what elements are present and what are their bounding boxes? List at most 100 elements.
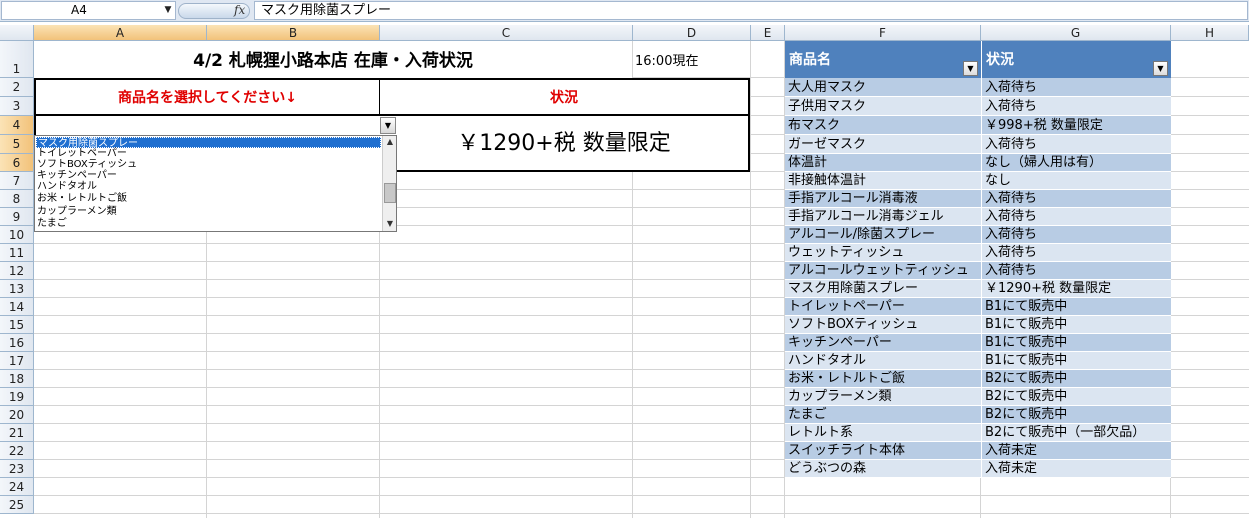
scrollbar-thumb[interactable]	[384, 183, 396, 203]
dropdown-option[interactable]: たまご	[36, 218, 382, 229]
column-header-c[interactable]: C	[380, 25, 633, 41]
dropdown-option[interactable]: キッチンペーパー	[36, 170, 382, 181]
table-cell-status[interactable]: B1にて販売中	[981, 352, 1171, 370]
table-cell-product[interactable]: 大人用マスク	[785, 78, 981, 97]
row-header[interactable]: 16	[0, 334, 34, 352]
row-header[interactable]: 18	[0, 370, 34, 388]
table-cell-product[interactable]: 非接触体温計	[785, 172, 981, 190]
row-header[interactable]: 20	[0, 406, 34, 424]
column-header-b[interactable]: B	[207, 25, 380, 41]
row-header[interactable]: 4	[0, 116, 34, 135]
table-cell-product[interactable]: マスク用除菌スプレー	[785, 280, 981, 298]
row-header[interactable]: 9	[0, 208, 34, 226]
column-header-d[interactable]: D	[633, 25, 751, 41]
table-cell-product[interactable]: スイッチライト本体	[785, 442, 981, 460]
row-header[interactable]: 8	[0, 190, 34, 208]
dropdown-list[interactable]: マスク用除菌スプレー トイレットペーパー ソフトBOXティッシュ キッチンペーパ…	[34, 135, 397, 232]
row-header[interactable]: 2	[0, 78, 34, 97]
table-cell-status[interactable]: 入荷待ち	[981, 190, 1171, 208]
table-cell-status[interactable]: 入荷待ち	[981, 262, 1171, 280]
row-header[interactable]: 12	[0, 262, 34, 280]
table-cell-status[interactable]: 入荷待ち	[981, 97, 1171, 116]
table-cell-status[interactable]: 入荷待ち	[981, 244, 1171, 262]
formula-input[interactable]: マスク用除菌スプレー	[254, 1, 1248, 20]
row-header[interactable]: 22	[0, 442, 34, 460]
row-header[interactable]: 14	[0, 298, 34, 316]
row-header[interactable]: 5	[0, 135, 34, 154]
table-cell-status[interactable]: ￥1290+税 数量限定	[981, 280, 1171, 298]
table-cell-product[interactable]: ガーゼマスク	[785, 135, 981, 154]
table-cell-product[interactable]: 手指アルコール消毒液	[785, 190, 981, 208]
row-header[interactable]: 21	[0, 424, 34, 442]
dropdown-scrollbar[interactable]: ▲ ▼	[382, 136, 396, 231]
table-cell-status[interactable]: 入荷未定	[981, 460, 1171, 478]
row-header[interactable]: 11	[0, 244, 34, 262]
table-cell-product[interactable]: 体温計	[785, 154, 981, 172]
table-cell-product[interactable]: たまご	[785, 406, 981, 424]
row-header[interactable]: 1	[0, 41, 34, 78]
row-header[interactable]: 23	[0, 460, 34, 478]
row-header[interactable]: 17	[0, 352, 34, 370]
row-header[interactable]: 10	[0, 226, 34, 244]
dropdown-option[interactable]: カップラーメン類	[36, 206, 382, 217]
table-cell-product[interactable]: キッチンペーパー	[785, 334, 981, 352]
insert-function-icon[interactable]: fx	[234, 1, 250, 19]
table-cell-product[interactable]: どうぶつの森	[785, 460, 981, 478]
table-cell-product[interactable]: アルコールウェットティッシュ	[785, 262, 981, 280]
table-cell-status[interactable]: なし（婦人用は有）	[981, 154, 1171, 172]
table-cell-status[interactable]: 入荷待ち	[981, 135, 1171, 154]
table-cell-product[interactable]: カップラーメン類	[785, 388, 981, 406]
table-cell-product[interactable]: アルコール/除菌スプレー	[785, 226, 981, 244]
column-header-a[interactable]: A	[34, 25, 207, 41]
table-cell-status[interactable]: 入荷待ち	[981, 226, 1171, 244]
column-header-g[interactable]: G	[981, 25, 1171, 41]
dropdown-option[interactable]: マスク用除菌スプレー	[36, 137, 381, 149]
column-header-h[interactable]: H	[1171, 25, 1249, 41]
table-cell-status[interactable]: なし	[981, 172, 1171, 190]
table-cell-product[interactable]: 布マスク	[785, 116, 981, 135]
table-cell-status[interactable]: B1にて販売中	[981, 316, 1171, 334]
table-cell-product[interactable]: レトルト系	[785, 424, 981, 442]
row-header[interactable]: 15	[0, 316, 34, 334]
filter-button-product[interactable]: ▼	[963, 61, 978, 76]
filter-dropdown-icon: ▼	[967, 64, 974, 73]
table-cell-product[interactable]: お米・レトルトご飯	[785, 370, 981, 388]
row-header[interactable]: 13	[0, 280, 34, 298]
dropdown-option[interactable]: トイレットペーパー	[36, 148, 382, 159]
product-select-cell[interactable]	[34, 116, 380, 135]
row-header[interactable]: 25	[0, 496, 34, 514]
table-cell-status[interactable]: B2にて販売中	[981, 370, 1171, 388]
table-cell-status[interactable]: 入荷待ち	[981, 78, 1171, 97]
column-header-f[interactable]: F	[785, 25, 981, 41]
dropdown-option[interactable]: お米・レトルトご飯	[36, 193, 382, 204]
scroll-up-icon[interactable]: ▲	[383, 136, 396, 148]
dropdown-option[interactable]: ソフトBOXティッシュ	[36, 159, 382, 170]
table-cell-product[interactable]: 手指アルコール消毒ジェル	[785, 208, 981, 226]
scroll-down-icon[interactable]: ▼	[383, 218, 396, 230]
table-cell-product[interactable]: 子供用マスク	[785, 97, 981, 116]
row-header[interactable]: 19	[0, 388, 34, 406]
table-cell-status[interactable]: ￥998+税 数量限定	[981, 116, 1171, 135]
row-header[interactable]: 24	[0, 478, 34, 496]
table-cell-status[interactable]: B2にて販売中（一部欠品）	[981, 424, 1171, 442]
dropdown-option[interactable]: ハンドタオル	[36, 181, 382, 192]
table-cell-status[interactable]: 入荷待ち	[981, 208, 1171, 226]
filter-button-status[interactable]: ▼	[1153, 61, 1168, 76]
dropdown-button[interactable]: ▼	[380, 117, 396, 134]
chevron-down-icon[interactable]: ▼	[162, 4, 174, 16]
row-header[interactable]: 6	[0, 154, 34, 172]
row-header[interactable]: 3	[0, 97, 34, 116]
select-all-corner[interactable]	[0, 25, 34, 41]
table-cell-status[interactable]: B2にて販売中	[981, 388, 1171, 406]
table-cell-status[interactable]: B2にて販売中	[981, 406, 1171, 424]
table-cell-product[interactable]: ウェットティッシュ	[785, 244, 981, 262]
name-box[interactable]: A4	[1, 1, 176, 20]
table-cell-status[interactable]: B1にて販売中	[981, 298, 1171, 316]
column-header-e[interactable]: E	[751, 25, 785, 41]
table-cell-product[interactable]: ハンドタオル	[785, 352, 981, 370]
row-header[interactable]: 7	[0, 172, 34, 190]
table-cell-status[interactable]: B1にて販売中	[981, 334, 1171, 352]
table-cell-product[interactable]: ソフトBOXティッシュ	[785, 316, 981, 334]
table-cell-status[interactable]: 入荷未定	[981, 442, 1171, 460]
table-cell-product[interactable]: トイレットペーパー	[785, 298, 981, 316]
